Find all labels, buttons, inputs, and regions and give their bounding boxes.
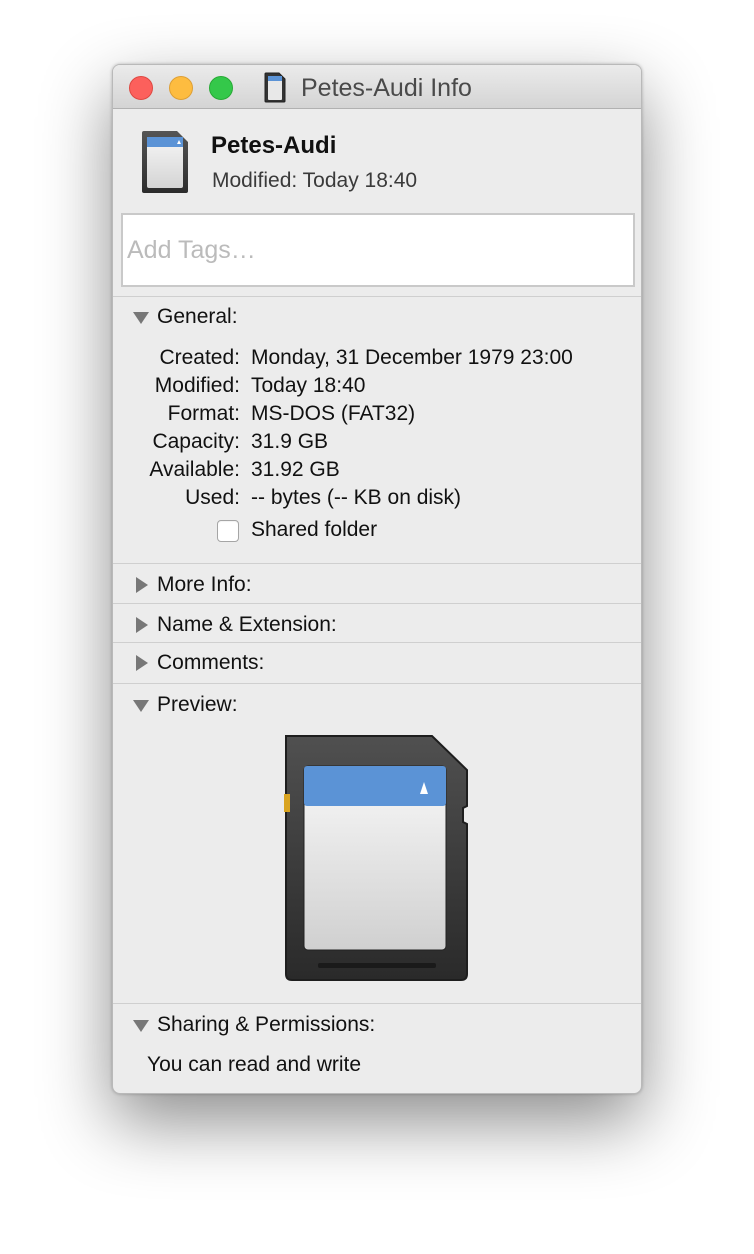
shared-folder-label: Shared folder [251, 518, 378, 541]
info-row-capacity: Capacity: 31.9 GB [113, 430, 641, 458]
sharing-label: Sharing & Permissions: [157, 1013, 376, 1036]
disclosure-triangle-right-icon [136, 655, 148, 671]
created-value: Monday, 31 December 1979 23:00 [251, 346, 573, 369]
created-label: Created: [159, 346, 240, 369]
disclosure-triangle-down-icon [133, 700, 149, 712]
sd-card-icon [264, 72, 286, 103]
sd-card-preview-icon [284, 735, 468, 981]
more-info-section-toggle[interactable]: More Info: [131, 572, 252, 598]
format-label: Format: [167, 402, 240, 425]
disclosure-triangle-down-icon [133, 312, 149, 324]
info-row-used: Used: -- bytes (-- KB on disk) [113, 486, 641, 514]
info-row-created: Created: Monday, 31 December 1979 23:00 [113, 346, 641, 374]
disclosure-triangle-right-icon [136, 577, 148, 593]
capacity-value: 31.9 GB [251, 430, 329, 453]
section-divider [113, 683, 641, 684]
section-divider [113, 1003, 641, 1004]
used-value: -- bytes (-- KB on disk) [251, 486, 462, 509]
minimize-button[interactable] [169, 76, 193, 100]
tags-input[interactable] [121, 213, 635, 287]
section-divider [113, 296, 641, 297]
format-value: MS-DOS (FAT32) [251, 402, 416, 425]
name-extension-section-toggle[interactable]: Name & Extension: [131, 612, 337, 638]
general-label: General: [157, 305, 238, 328]
modified-date: Modified: Today 18:40 [212, 169, 418, 192]
info-row-available: Available: 31.92 GB [113, 458, 641, 486]
sd-card-icon [142, 131, 188, 193]
permissions-text: You can read and write [147, 1053, 362, 1076]
info-window: Petes-Audi Info Petes-Audi Modified: Tod… [112, 64, 642, 1094]
section-divider [113, 642, 641, 643]
general-section-toggle[interactable]: General: [131, 304, 238, 330]
modified-value: Today 18:40 [251, 374, 366, 397]
zoom-button[interactable] [209, 76, 233, 100]
section-divider [113, 603, 641, 604]
comments-label: Comments: [157, 651, 265, 674]
preview-section-toggle[interactable]: Preview: [131, 692, 238, 718]
close-button[interactable] [129, 76, 153, 100]
available-label: Available: [149, 458, 240, 481]
shared-folder-checkbox[interactable] [217, 520, 239, 542]
file-name: Petes-Audi [211, 132, 337, 159]
name-extension-label: Name & Extension: [157, 613, 337, 636]
more-info-label: More Info: [157, 573, 252, 596]
info-row-format: Format: MS-DOS (FAT32) [113, 402, 641, 430]
comments-section-toggle[interactable]: Comments: [131, 650, 264, 676]
title-bar[interactable]: Petes-Audi Info [113, 65, 641, 109]
modified-label: Modified: [154, 374, 240, 397]
used-label: Used: [185, 486, 240, 509]
available-value: 31.92 GB [251, 458, 340, 481]
capacity-label: Capacity: [152, 430, 240, 453]
section-divider [113, 563, 641, 564]
info-row-modified: Modified: Today 18:40 [113, 374, 641, 402]
sharing-section-toggle[interactable]: Sharing & Permissions: [131, 1012, 375, 1038]
window-title: Petes-Audi Info [301, 74, 472, 102]
preview-label: Preview: [157, 693, 238, 716]
disclosure-triangle-right-icon [136, 617, 148, 633]
disclosure-triangle-down-icon [133, 1020, 149, 1032]
